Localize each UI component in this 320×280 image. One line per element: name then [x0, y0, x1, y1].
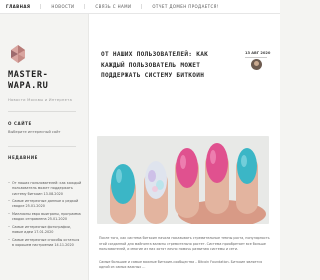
- about-widget-link[interactable]: Выберите интересный сайт: [8, 130, 61, 134]
- recent-post-link[interactable]: Самые интересные способы остаться в хоро…: [8, 238, 82, 249]
- article-title[interactable]: От наших пользователей: как каждый польз…: [101, 50, 221, 82]
- author-avatar[interactable]: [251, 59, 262, 70]
- site-logo-icon[interactable]: [11, 45, 25, 63]
- site-tagline: Новости Москвы и Интернета: [8, 98, 73, 102]
- nav-link-domain-sale[interactable]: Отчет домен продается!: [152, 4, 218, 9]
- sidebar-divider: [8, 146, 76, 147]
- top-navigation: Главная Новости Связь с нами Отчет домен…: [0, 0, 280, 14]
- nav-separator: [40, 4, 42, 9]
- recent-post-link[interactable]: Самые интересные данные о редкой сводке …: [8, 199, 82, 210]
- about-widget-title: О САЙТЕ: [8, 121, 32, 126]
- article-hero-image[interactable]: [97, 136, 269, 224]
- article-excerpt: После того, как система биткоин начала п…: [99, 236, 271, 278]
- recent-widget-title: НЕДАВНИЕ: [8, 155, 39, 160]
- nav-link-contact[interactable]: Связь с нами: [95, 4, 131, 9]
- nav-separator: [141, 4, 143, 9]
- main-content: От наших пользователей: как каждый польз…: [89, 14, 280, 280]
- recent-post-link[interactable]: Самые интересные фотографии, новые идеи …: [8, 225, 82, 236]
- date-divider: [245, 57, 267, 58]
- sidebar-divider: [8, 111, 76, 112]
- sidebar: MASTER-WAPA.RU Новости Москвы и Интернет…: [0, 14, 89, 280]
- excerpt-paragraph: После того, как система биткоин начала п…: [99, 236, 270, 252]
- excerpt-paragraph: Самые большие и самые важные биткоин-соо…: [99, 259, 263, 270]
- nav-separator: [84, 4, 86, 9]
- recent-post-link[interactable]: От наших пользователей: как каждый польз…: [8, 181, 82, 197]
- recent-posts-list: От наших пользователей: как каждый польз…: [8, 181, 82, 251]
- site-title[interactable]: MASTER-WAPA.RU: [8, 70, 88, 92]
- nav-link-news[interactable]: Новости: [51, 4, 74, 9]
- article-date: 13 АВГ 2020: [245, 51, 271, 55]
- recent-post-link[interactable]: Миллионы евро выиграны, программа сводок…: [8, 212, 82, 223]
- nav-link-home[interactable]: Главная: [6, 4, 30, 9]
